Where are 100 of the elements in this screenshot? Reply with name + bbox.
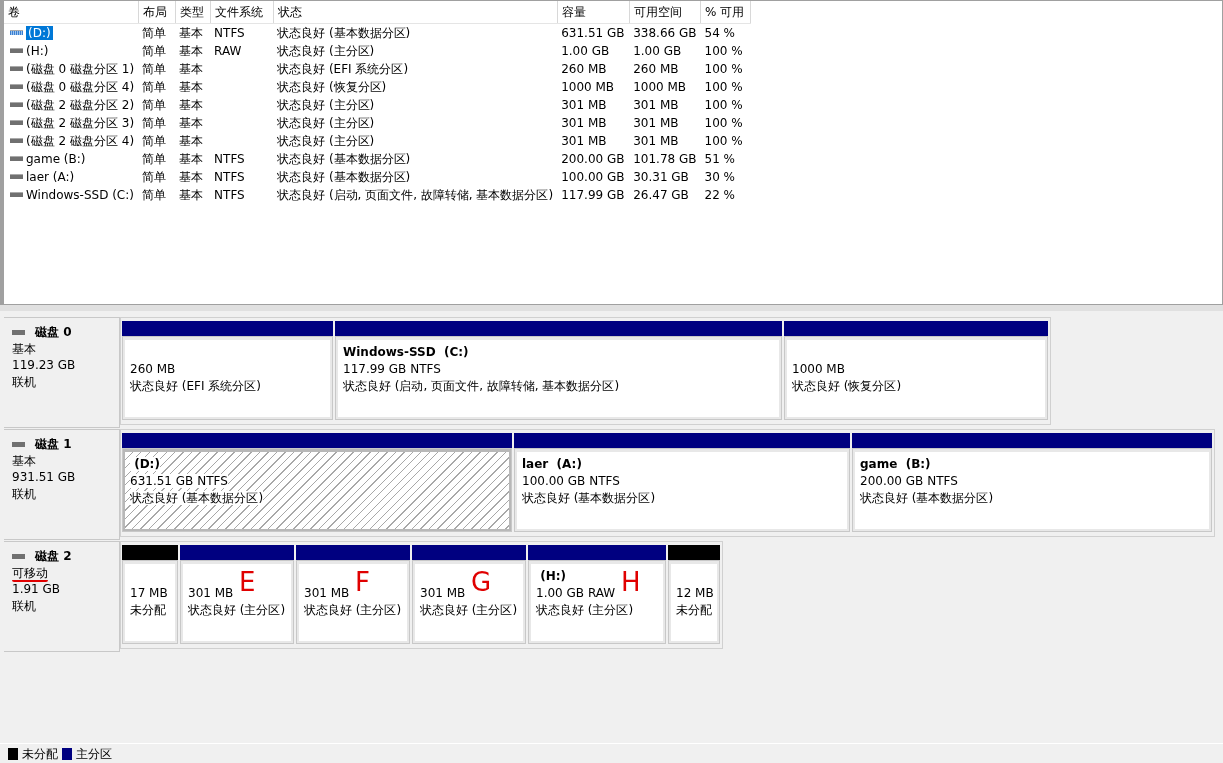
column-header[interactable]: 布局 bbox=[138, 1, 176, 23]
disk-name: 磁盘 1 bbox=[35, 437, 72, 451]
table-cell: NTFS bbox=[214, 25, 245, 40]
column-header[interactable]: 卷 bbox=[4, 1, 139, 23]
table-cell: 简单 bbox=[142, 79, 167, 94]
column-header[interactable]: % 可用 bbox=[700, 1, 751, 23]
table-cell: 状态良好 (主分区) bbox=[277, 43, 375, 58]
partition-size: 631.51 GB NTFS bbox=[130, 474, 228, 488]
disk-size: 1.91 GB bbox=[12, 582, 61, 596]
volume-name[interactable]: Windows-SSD (C:) bbox=[26, 187, 134, 202]
partition-bar bbox=[122, 545, 178, 560]
table-cell: 简单 bbox=[142, 151, 167, 166]
partition-size: 301 MB bbox=[304, 586, 350, 600]
partition-block[interactable]: 301 MB G 状态良好 (主分区) bbox=[412, 560, 526, 644]
table-cell: 301 MB bbox=[561, 133, 607, 148]
table-cell: 状态良好 (基本数据分区) bbox=[277, 25, 411, 40]
table-cell: 1000 MB bbox=[633, 79, 687, 94]
partition-status: 状态良好 (恢复分区) bbox=[792, 379, 902, 393]
volume-name[interactable]: (磁盘 0 磁盘分区 1) bbox=[26, 61, 135, 76]
disk-name: 磁盘 2 bbox=[35, 549, 72, 563]
volume-icon bbox=[10, 47, 23, 53]
table-cell: 基本 bbox=[179, 97, 204, 112]
volume-name[interactable]: (H:) bbox=[26, 43, 49, 58]
partition-size: 17 MB bbox=[130, 586, 168, 600]
table-cell: NTFS bbox=[214, 169, 245, 184]
volume-icon bbox=[10, 29, 23, 35]
table-cell: 简单 bbox=[142, 97, 167, 112]
volume-name[interactable]: (D:) bbox=[26, 25, 53, 40]
disk-size: 931.51 GB bbox=[12, 470, 76, 484]
table-cell: 631.51 GB bbox=[561, 25, 625, 40]
volume-name[interactable]: (磁盘 2 磁盘分区 4) bbox=[26, 133, 135, 148]
table-cell: NTFS bbox=[214, 151, 245, 166]
table-cell: 基本 bbox=[179, 79, 204, 94]
volume-name[interactable]: (磁盘 0 磁盘分区 4) bbox=[26, 79, 135, 94]
volume-icon bbox=[10, 101, 23, 107]
partition-block[interactable]: game (B:) 200.00 GB NTFS 状态良好 (基本数据分区) bbox=[852, 448, 1212, 532]
table-cell: 简单 bbox=[142, 187, 167, 202]
partition-block[interactable]: 301 MB E 状态良好 (主分区) bbox=[180, 560, 294, 644]
table-cell: 状态良好 (主分区) bbox=[277, 97, 375, 112]
column-header[interactable]: 容量 bbox=[557, 1, 630, 23]
partition-status: 状态良好 (基本数据分区) bbox=[522, 491, 656, 505]
table-cell: 100.00 GB bbox=[561, 169, 625, 184]
handwritten-annotation: E bbox=[239, 569, 256, 595]
table-cell: 301 MB bbox=[561, 97, 607, 112]
partition-size: 100.00 GB NTFS bbox=[522, 474, 620, 488]
volume-name[interactable]: (磁盘 2 磁盘分区 3) bbox=[26, 115, 135, 130]
partition-name: (H:) bbox=[539, 569, 566, 583]
partition-block[interactable]: 1000 MB 状态良好 (恢复分区) bbox=[784, 336, 1048, 420]
table-cell: 338.66 GB bbox=[633, 25, 697, 40]
partition-size: 12 MB bbox=[676, 586, 714, 600]
table-cell: 基本 bbox=[179, 43, 204, 58]
volume-name[interactable]: laer (A:) bbox=[26, 169, 75, 184]
table-cell: 基本 bbox=[179, 115, 204, 130]
table-cell: 简单 bbox=[142, 115, 167, 130]
table-cell: 状态良好 (基本数据分区) bbox=[277, 151, 411, 166]
table-cell: 基本 bbox=[179, 169, 204, 184]
partition-block[interactable]: 260 MB 状态良好 (EFI 系统分区) bbox=[122, 336, 333, 420]
table-cell: 30 % bbox=[704, 169, 735, 184]
table-cell: 100 % bbox=[704, 97, 743, 112]
volume-icon bbox=[10, 83, 23, 89]
partition-block[interactable]: 12 MB 未分配 bbox=[668, 560, 720, 644]
partition-name: (D:) bbox=[130, 457, 160, 471]
disk-size: 119.23 GB bbox=[12, 358, 76, 372]
table-cell: 100 % bbox=[704, 43, 743, 58]
partition-block[interactable]: Windows-SSD (C:) 117.99 GB NTFS 状态良好 (启动, 页面文件, 故障转储, 基本数据分区) bbox=[335, 336, 782, 420]
disk-type: 可移动 bbox=[12, 565, 48, 582]
table-cell: 260 MB bbox=[561, 61, 607, 76]
table-cell: 简单 bbox=[142, 169, 167, 184]
column-header[interactable]: 状态 bbox=[273, 1, 558, 23]
volume-icon bbox=[10, 65, 23, 71]
table-cell: 200.00 GB bbox=[561, 151, 625, 166]
table-cell: 117.99 GB bbox=[561, 187, 625, 202]
volume-icon bbox=[10, 137, 23, 143]
disk-type: 基本 bbox=[12, 453, 36, 468]
table-cell: 基本 bbox=[179, 61, 204, 76]
volume-name[interactable]: game (B:) bbox=[26, 151, 86, 166]
column-header[interactable]: 可用空间 bbox=[629, 1, 701, 23]
partition-block[interactable]: 301 MB F 状态良好 (主分区) bbox=[296, 560, 410, 644]
partition-size: 301 MB bbox=[420, 586, 466, 600]
volume-name[interactable]: (磁盘 2 磁盘分区 2) bbox=[26, 97, 135, 112]
table-cell: 22 % bbox=[704, 187, 735, 202]
handwritten-annotation: F bbox=[355, 569, 370, 595]
column-header[interactable]: 类型 bbox=[175, 1, 211, 23]
volume-icon bbox=[10, 119, 23, 125]
partition-size: 260 MB bbox=[130, 362, 176, 376]
handwritten-annotation: H bbox=[621, 569, 641, 595]
partition-status: 状态良好 (EFI 系统分区) bbox=[130, 379, 261, 393]
partition-size: 200.00 GB NTFS bbox=[860, 474, 958, 488]
partition-status: 状态良好 (基本数据分区) bbox=[860, 491, 994, 505]
table-cell: 状态良好 (启动, 页面文件, 故障转储, 基本数据分区) bbox=[277, 187, 554, 202]
table-cell: 1.00 GB bbox=[561, 43, 610, 58]
table-cell: 状态良好 (基本数据分区) bbox=[277, 169, 411, 184]
partition-block[interactable]: (D:) 631.51 GB NTFS 状态良好 (基本数据分区) bbox=[122, 448, 512, 532]
table-cell: 1.00 GB bbox=[633, 43, 682, 58]
table-cell: 基本 bbox=[179, 151, 204, 166]
partition-block[interactable]: laer (A:) 100.00 GB NTFS 状态良好 (基本数据分区) bbox=[514, 448, 850, 532]
partition-block[interactable]: 17 MB 未分配 bbox=[122, 560, 178, 644]
column-header[interactable]: 文件系统 bbox=[210, 1, 274, 23]
disk-status: 联机 bbox=[12, 486, 36, 501]
table-cell: 简单 bbox=[142, 25, 167, 40]
